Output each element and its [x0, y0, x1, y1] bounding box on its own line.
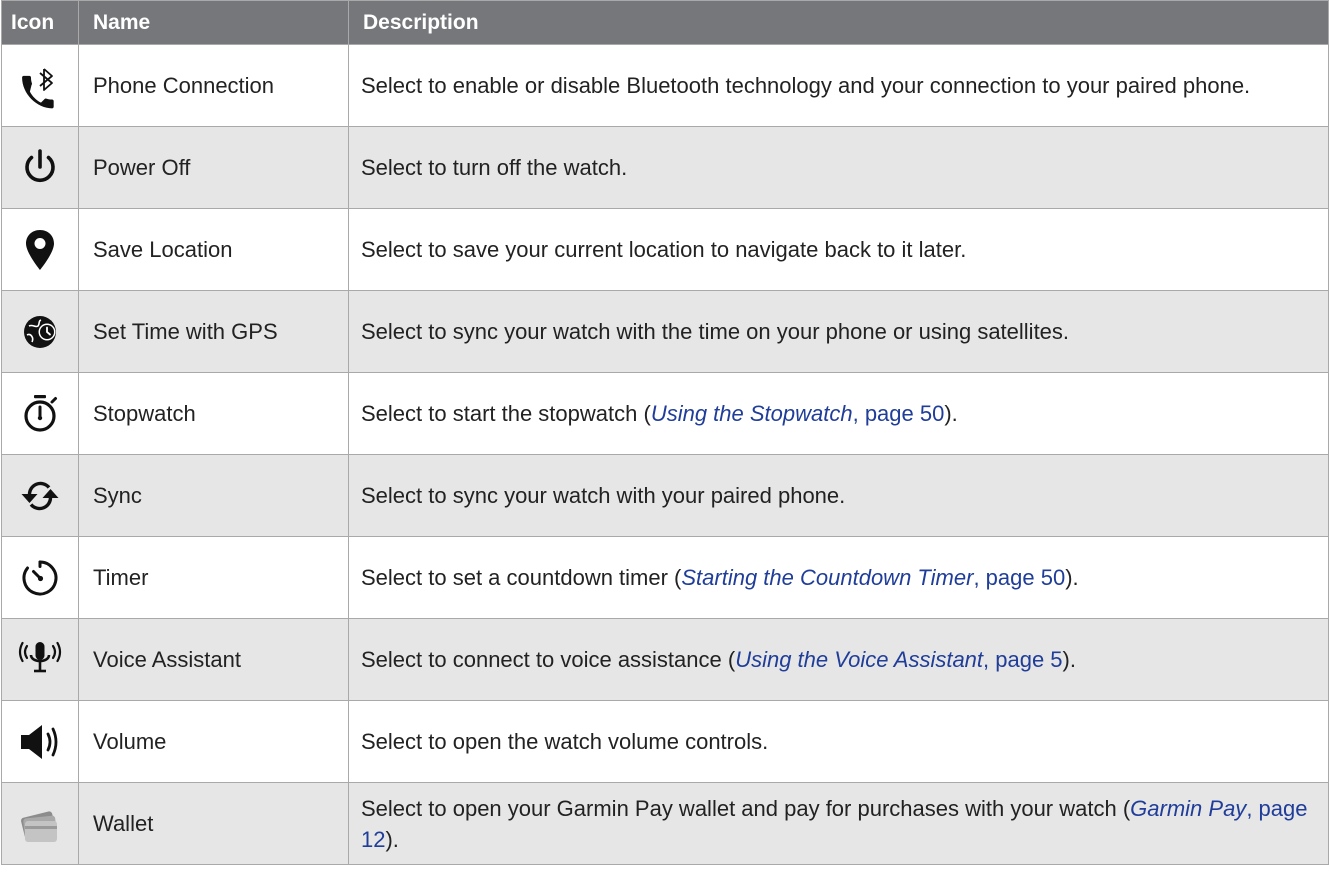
table-row: Set Time with GPS Select to sync your wa…: [1, 290, 1329, 373]
table-row: Timer Select to set a countdown timer (S…: [1, 536, 1329, 619]
row-description: Select to connect to voice assistance (U…: [348, 618, 1329, 701]
power-icon: [17, 145, 63, 191]
xref-link-starting-the-countdown-timer[interactable]: Starting the Countdown Timer, page 50: [681, 565, 1065, 590]
column-header-name: Name: [78, 0, 349, 45]
table-row: Voice Assistant Select to connect to voi…: [1, 618, 1329, 701]
row-name: Save Location: [78, 208, 349, 291]
table-row: Wallet Select to open your Garmin Pay wa…: [1, 782, 1329, 865]
location-pin-icon: [17, 227, 63, 273]
timer-icon: [17, 555, 63, 601]
row-name: Set Time with GPS: [78, 290, 349, 373]
row-description: Select to sync your watch with the time …: [348, 290, 1329, 373]
phone-bluetooth-icon: [17, 63, 63, 109]
sync-icon: [17, 473, 63, 519]
row-description: Select to set a countdown timer (Startin…: [348, 536, 1329, 619]
row-name: Timer: [78, 536, 349, 619]
table-row: Volume Select to open the watch volume c…: [1, 700, 1329, 783]
table-row: Sync Select to sync your watch with your…: [1, 454, 1329, 537]
row-description: Select to enable or disable Bluetooth te…: [348, 44, 1329, 127]
speaker-icon: [17, 719, 63, 765]
globe-clock-icon: [17, 309, 63, 355]
row-description: Select to open the watch volume controls…: [348, 700, 1329, 783]
row-description: Select to sync your watch with your pair…: [348, 454, 1329, 537]
xref-link-using-the-stopwatch[interactable]: Using the Stopwatch, page 50: [651, 401, 945, 426]
stopwatch-icon: [17, 391, 63, 437]
wallet-icon: [17, 801, 63, 847]
row-name: Power Off: [78, 126, 349, 209]
row-description: Select to start the stopwatch (Using the…: [348, 372, 1329, 455]
row-description: Select to turn off the watch.: [348, 126, 1329, 209]
table-header-row: Icon Name Description: [1, 0, 1329, 45]
row-description: Select to open your Garmin Pay wallet an…: [348, 782, 1329, 865]
table-row: Stopwatch Select to start the stopwatch …: [1, 372, 1329, 455]
row-name: Phone Connection: [78, 44, 349, 127]
table-row: Save Location Select to save your curren…: [1, 208, 1329, 291]
row-name: Sync: [78, 454, 349, 537]
column-header-description: Description: [348, 0, 1329, 45]
xref-link-using-the-voice-assistant[interactable]: Using the Voice Assistant, page 5: [735, 647, 1062, 672]
microphone-icon: [17, 637, 63, 683]
table-row: Power Off Select to turn off the watch.: [1, 126, 1329, 209]
controls-table: Icon Name Description Phone Connection S…: [1, 0, 1329, 865]
row-name: Stopwatch: [78, 372, 349, 455]
row-description: Select to save your current location to …: [348, 208, 1329, 291]
column-header-icon: Icon: [1, 0, 79, 45]
row-name: Volume: [78, 700, 349, 783]
table-row: Phone Connection Select to enable or dis…: [1, 44, 1329, 127]
row-name: Voice Assistant: [78, 618, 349, 701]
row-name: Wallet: [78, 782, 349, 865]
